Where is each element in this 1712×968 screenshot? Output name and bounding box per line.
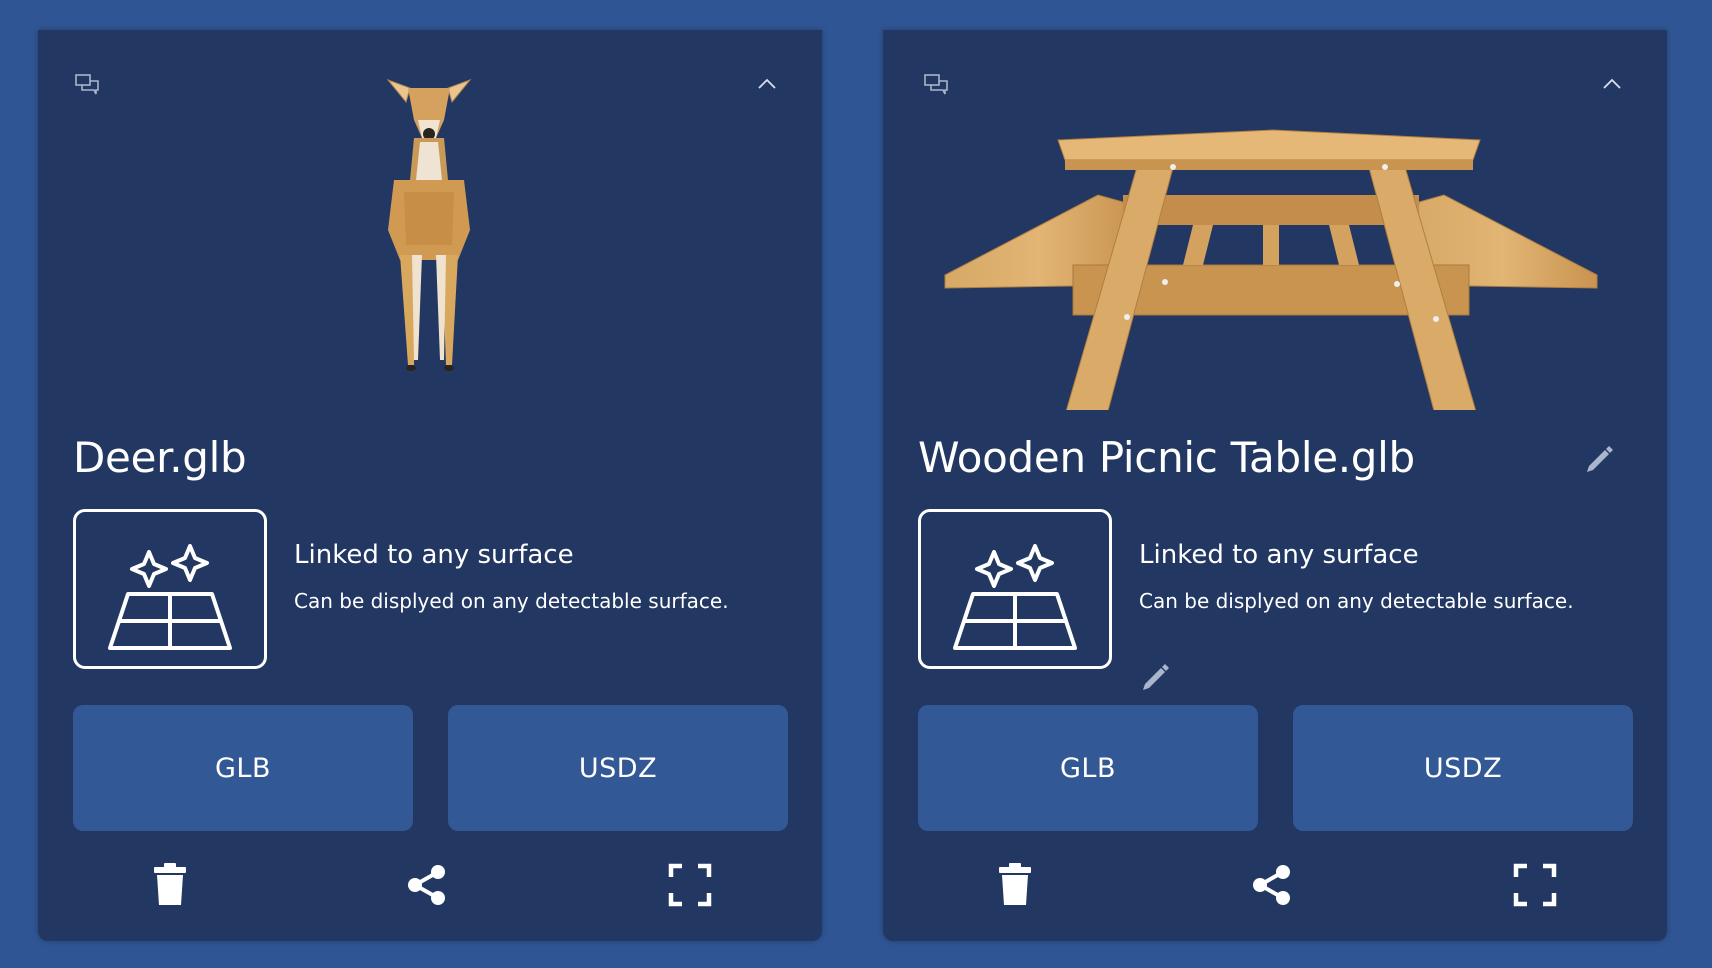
edit-title-pencil-icon[interactable] xyxy=(1583,442,1617,480)
glb-button[interactable]: GLB xyxy=(73,705,413,831)
picnic-table-model-image xyxy=(944,129,1598,410)
model-card-deer: Deer.glb Linked to any surface Can be di… xyxy=(38,30,822,941)
glb-button[interactable]: GLB xyxy=(918,705,1258,831)
sparkle-surface-icon xyxy=(953,544,1077,650)
model-title: Wooden Picnic Table.glb xyxy=(918,433,1415,482)
deer-model-image xyxy=(386,78,472,371)
sparkle-surface-icon xyxy=(108,544,232,650)
comments-icon[interactable] xyxy=(74,72,100,102)
comments-icon[interactable] xyxy=(923,72,949,102)
trash-icon[interactable] xyxy=(150,863,190,911)
model-preview[interactable] xyxy=(883,30,1667,410)
model-title: Deer.glb xyxy=(73,433,247,482)
surface-title: Linked to any surface xyxy=(1139,540,1419,570)
share-icon[interactable] xyxy=(405,863,449,911)
surface-description: Can be displyed on any detectable surfac… xyxy=(294,589,729,613)
model-preview[interactable] xyxy=(38,30,822,410)
chevron-up-icon[interactable] xyxy=(756,74,778,100)
fullscreen-icon[interactable] xyxy=(668,863,712,911)
surface-type-box[interactable] xyxy=(918,509,1112,669)
surface-description: Can be displyed on any detectable surfac… xyxy=(1139,589,1574,613)
trash-icon[interactable] xyxy=(995,863,1035,911)
edit-surface-pencil-icon[interactable] xyxy=(1139,660,1173,698)
share-icon[interactable] xyxy=(1250,863,1294,911)
model-card-picnic-table: Wooden Picnic Table.glb Linked to any su… xyxy=(883,30,1667,941)
surface-title: Linked to any surface xyxy=(294,540,574,570)
fullscreen-icon[interactable] xyxy=(1513,863,1557,911)
surface-type-box[interactable] xyxy=(73,509,267,669)
usdz-button[interactable]: USDZ xyxy=(1293,705,1633,831)
chevron-up-icon[interactable] xyxy=(1601,74,1623,100)
usdz-button[interactable]: USDZ xyxy=(448,705,788,831)
